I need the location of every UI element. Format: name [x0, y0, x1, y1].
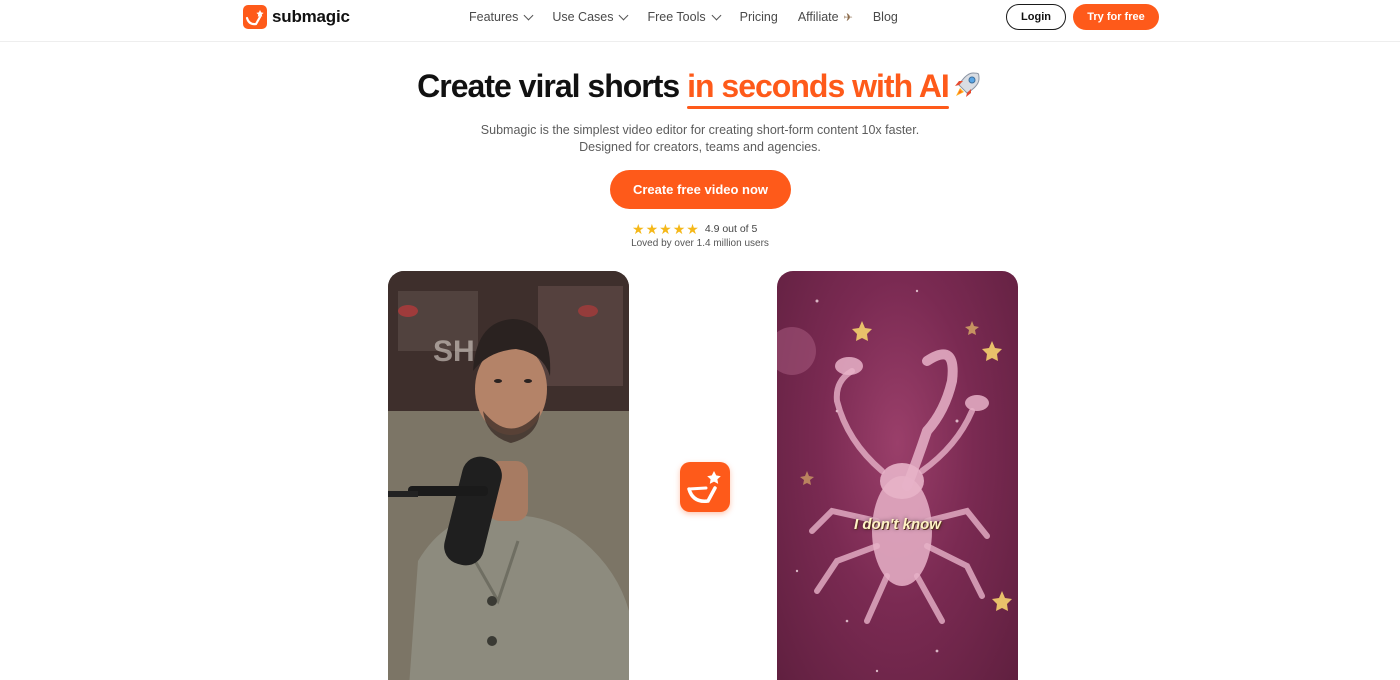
chevron-down-icon — [523, 10, 534, 20]
star-rating: ★ ★ ★ ★ ★ — [632, 222, 699, 236]
nav-item-label: Pricing — [739, 10, 778, 24]
nav-item-affiliate[interactable]: Affiliate ✈ — [798, 10, 853, 24]
nav-item-label: Blog — [872, 10, 898, 24]
nav-item-free-tools[interactable]: Free Tools — [647, 10, 722, 24]
loved-by-text: Loved by over 1.4 million users — [631, 238, 769, 249]
nav-links: Features Use Cases Free Tools Pricing Af… — [469, 9, 918, 25]
rocket-icon — [951, 69, 983, 101]
nav-item-use-cases[interactable]: Use Cases — [552, 10, 629, 24]
nav-item-pricing[interactable]: Pricing — [740, 10, 778, 24]
top-navigation: submagic Features Use Cases Free Tools P… — [0, 0, 1400, 42]
nav-item-label: Affiliate — [797, 10, 839, 24]
hero-subtitle-line-1: Submagic is the simplest video editor fo… — [480, 123, 920, 137]
nav-item-blog[interactable]: Blog — [873, 10, 898, 24]
star-icon: ★ — [645, 221, 659, 237]
scorpion-video-thumbnail[interactable]: I don't know — [777, 271, 1018, 680]
nav-item-label: Features — [469, 10, 519, 24]
rating: ★ ★ ★ ★ ★ 4.9 out of 5 — [632, 222, 757, 236]
podcast-video-thumbnail[interactable]: SH — [388, 271, 629, 680]
submagic-logo-icon — [243, 5, 267, 29]
chevron-down-icon — [619, 10, 629, 20]
rating-text: 4.9 out of 5 — [704, 223, 758, 235]
nav-item-features[interactable]: Features — [469, 10, 534, 24]
video-caption: I don't know — [854, 516, 941, 533]
nav-item-label: Free Tools — [647, 10, 706, 24]
try-for-free-button[interactable]: Try for free — [1073, 4, 1159, 30]
hero-subtitle-line-2: Designed for creators, teams and agencie… — [579, 140, 821, 154]
star-icon: ★ — [659, 221, 672, 237]
create-free-video-button[interactable]: Create free video now — [610, 170, 791, 209]
star-icon: ★ — [632, 221, 645, 237]
brand-logo[interactable]: submagic — [243, 5, 350, 29]
submagic-logo-icon — [680, 462, 730, 512]
nav-item-label: Use Cases — [552, 10, 614, 24]
hero-title-accent: in seconds with AI — [687, 68, 950, 109]
star-icon: ★ — [672, 221, 686, 237]
scorpion-scene-illustration — [777, 289, 1012, 673]
paper-plane-icon: ✈ — [843, 11, 853, 24]
chevron-down-icon — [711, 10, 722, 20]
svg-text:SH: SH — [433, 335, 475, 368]
hero-title-main: Create viral shorts — [417, 68, 680, 104]
login-button[interactable]: Login — [1006, 4, 1066, 30]
brand-name: submagic — [272, 7, 350, 26]
podcast-scene-illustration: SH — [388, 271, 629, 680]
hero-title: Create viral shorts in seconds with AI — [0, 66, 1400, 109]
star-icon: ★ — [686, 221, 699, 237]
